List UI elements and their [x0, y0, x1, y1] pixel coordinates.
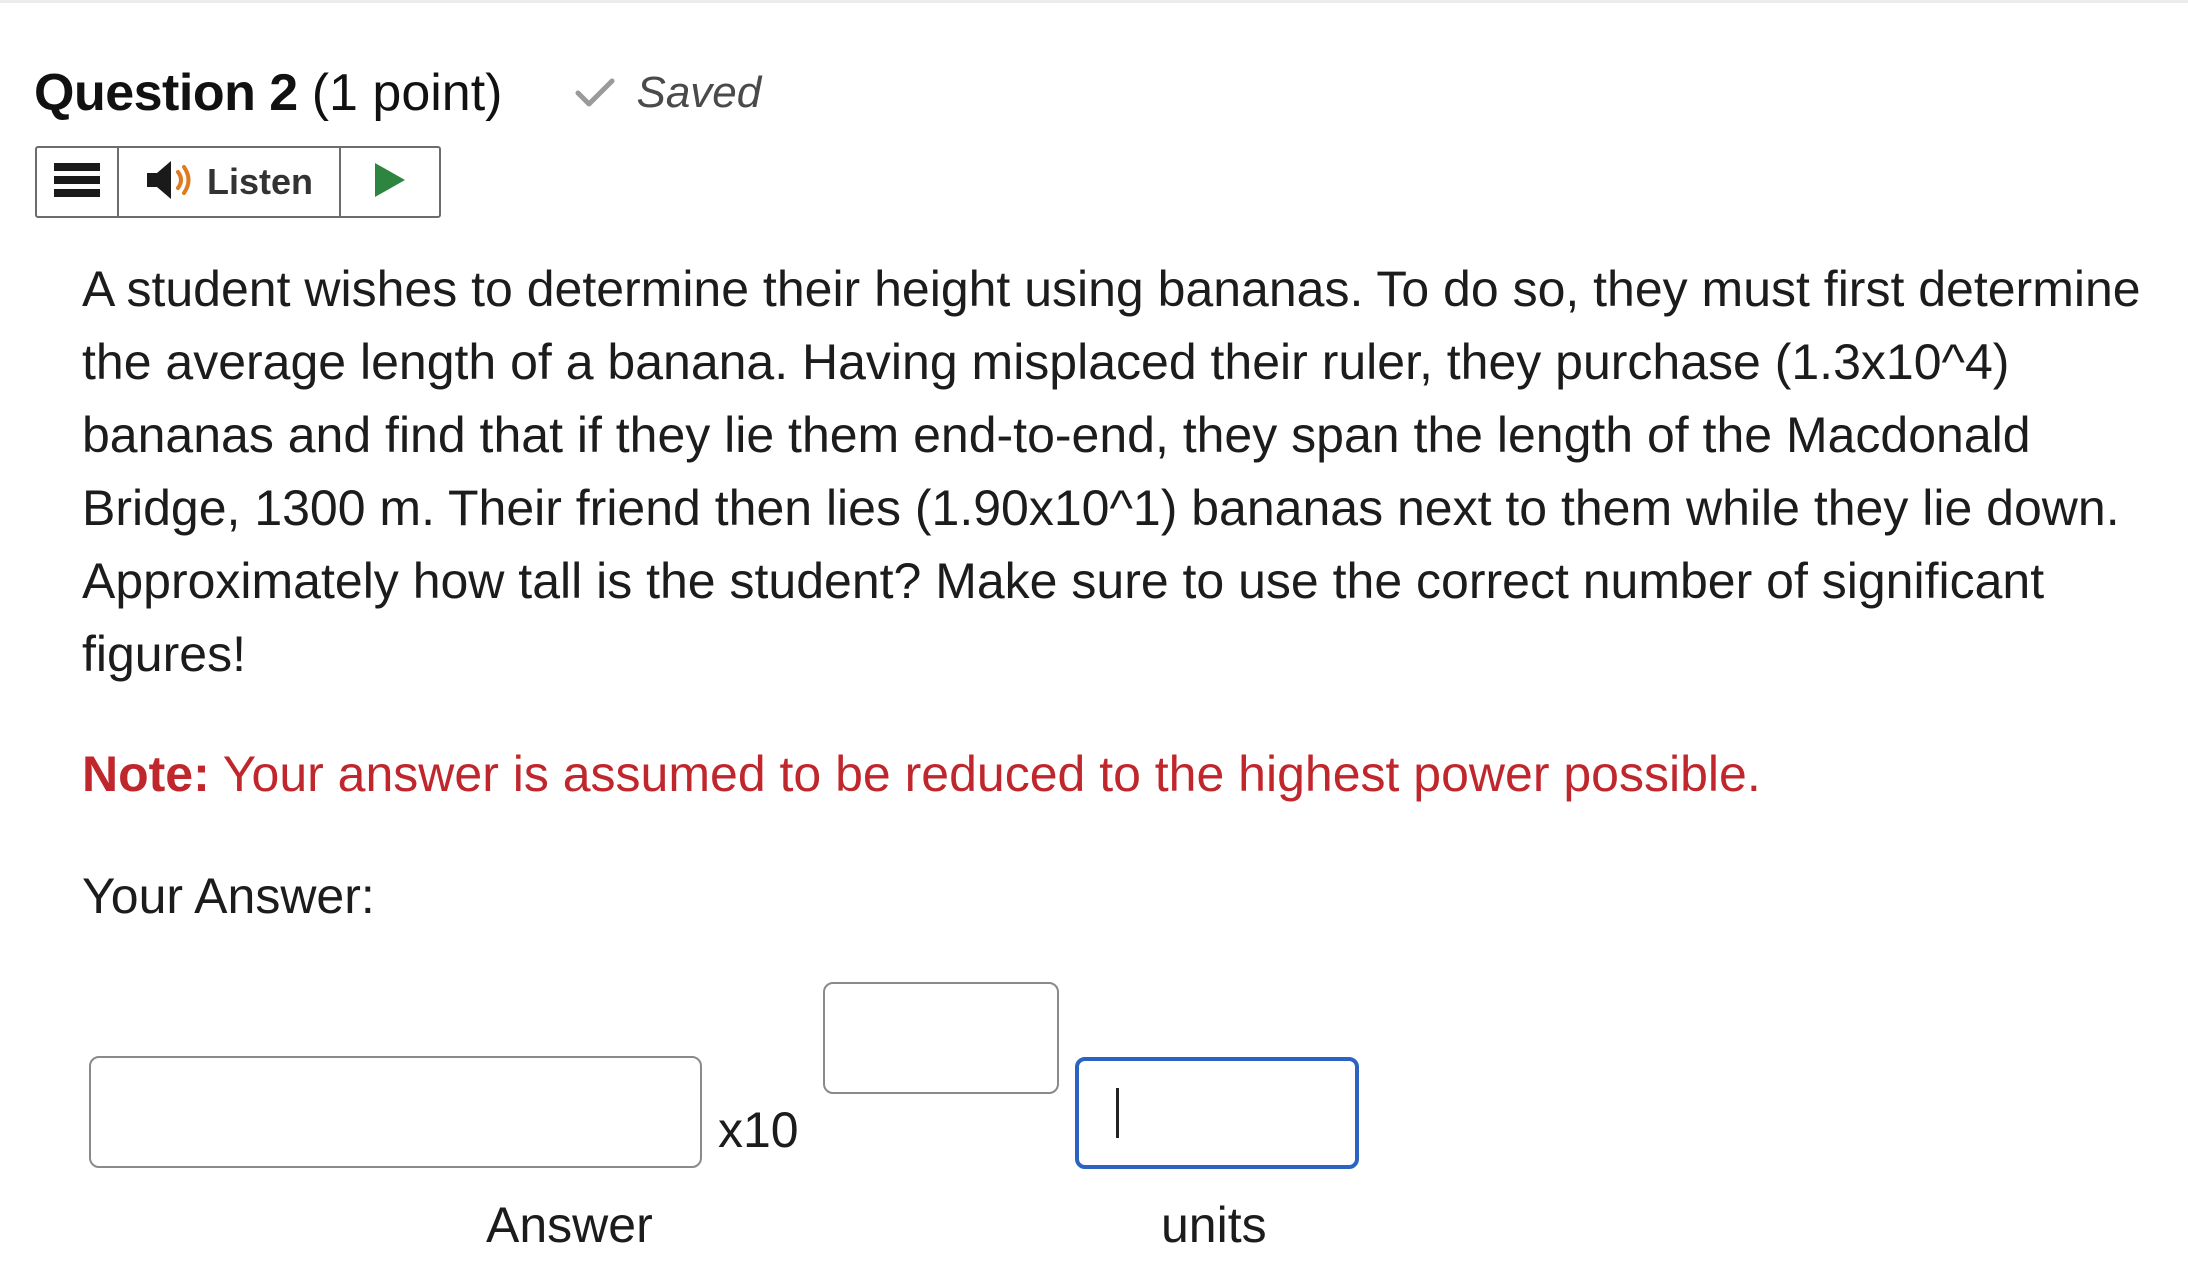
exponent-input[interactable]	[823, 982, 1059, 1094]
speaker-icon	[145, 158, 197, 207]
toolbar-menu-button[interactable]	[37, 148, 119, 216]
saved-label: Saved	[636, 68, 762, 117]
your-answer-label: Your Answer:	[82, 868, 375, 924]
question-points: (1 point)	[311, 64, 503, 122]
note: Note: Your answer is assumed to be reduc…	[82, 738, 2142, 811]
question-header: Question 2 (1 point) Saved	[34, 58, 761, 128]
answer-field-label: Answer	[486, 1197, 653, 1253]
note-text: Your answer is assumed to be reduced to …	[209, 746, 1761, 802]
top-divider	[0, 0, 2188, 3]
saved-status: Saved	[572, 68, 761, 118]
question-text: A student wishes to determine their heig…	[82, 261, 2141, 682]
checkmark-icon	[572, 73, 618, 113]
units-field-label: units	[1161, 1197, 1267, 1253]
listen-label: Listen	[206, 161, 313, 202]
hamburger-menu-icon	[52, 160, 102, 205]
play-button[interactable]	[341, 148, 439, 216]
listen-button[interactable]: Listen	[119, 148, 341, 216]
times-ten-label: x10	[718, 1102, 799, 1158]
play-icon	[372, 160, 408, 205]
note-label: Note:	[82, 746, 210, 802]
text-caret	[1116, 1088, 1119, 1138]
readspeaker-toolbar: Listen	[35, 146, 441, 218]
question-title: Question 2	[34, 64, 298, 122]
answer-input[interactable]	[89, 1056, 702, 1168]
